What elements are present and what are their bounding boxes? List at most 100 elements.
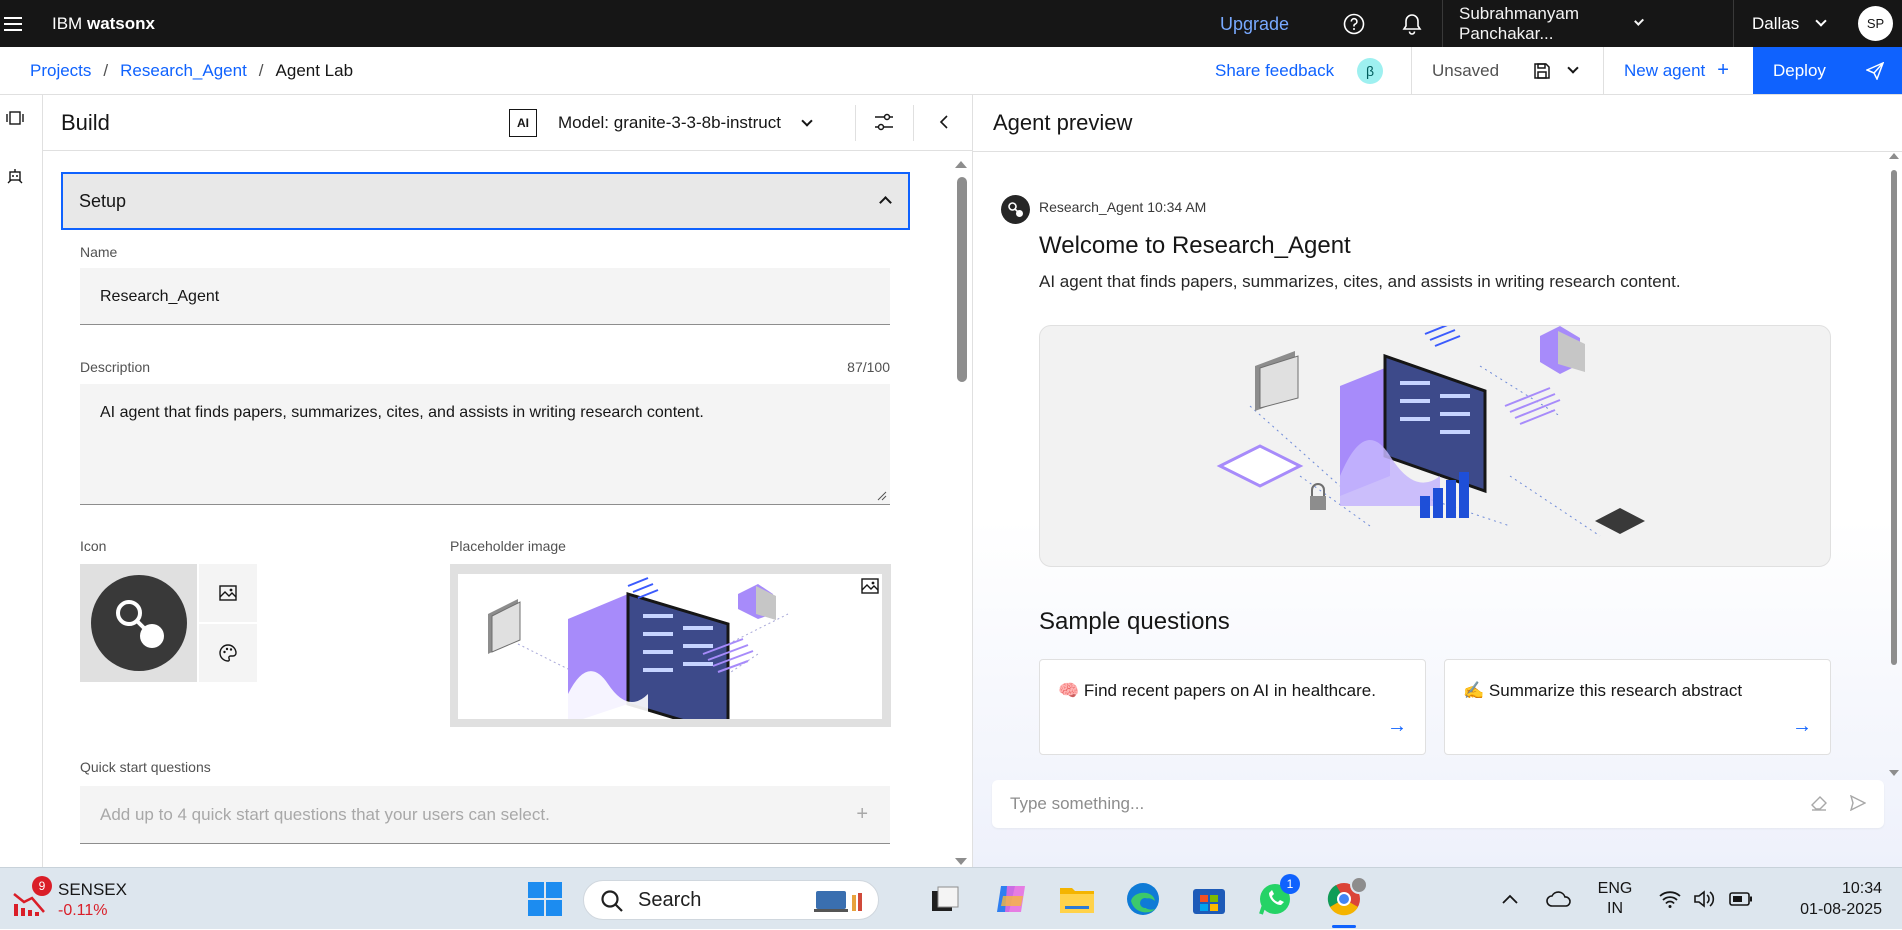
file-explorer-icon[interactable] xyxy=(1056,868,1098,930)
user-avatar[interactable]: SP xyxy=(1858,6,1893,41)
message-meta: Research_Agent 10:34 AM xyxy=(1039,199,1206,215)
hamburger-menu-icon[interactable] xyxy=(0,0,26,47)
sensex-widget[interactable]: 9 SENSEX -0.11% xyxy=(8,876,138,924)
search-label: Search xyxy=(638,888,702,911)
image-icon[interactable] xyxy=(199,564,257,622)
breadcrumb-projects[interactable]: Projects xyxy=(30,61,91,81)
beta-badge: β xyxy=(1357,58,1383,84)
resize-handle-icon[interactable] xyxy=(877,491,887,501)
eraser-icon[interactable] xyxy=(1810,795,1828,811)
notification-bell-icon[interactable] xyxy=(1388,0,1436,47)
microsoft-store-icon[interactable] xyxy=(1188,868,1230,930)
placeholder-image xyxy=(450,564,891,727)
chevron-down-icon xyxy=(1633,15,1644,27)
whatsapp-icon[interactable]: 1 xyxy=(1254,868,1300,930)
language-indicator[interactable]: ENG IN xyxy=(1590,868,1640,930)
taskbar-search[interactable]: Search xyxy=(583,880,879,920)
upgrade-link[interactable]: Upgrade xyxy=(1220,0,1289,47)
wifi-icon[interactable] xyxy=(1656,868,1684,930)
color-palette-icon[interactable] xyxy=(199,624,257,682)
agent-name: Research_Agent xyxy=(1039,199,1144,215)
quick-start-input[interactable]: Add up to 4 quick start questions that y… xyxy=(80,786,890,844)
edge-browser-icon[interactable] xyxy=(1122,868,1164,930)
welcome-title: Welcome to Research_Agent xyxy=(1039,232,1351,259)
user-menu[interactable]: Subrahmanyam Panchakar... xyxy=(1442,0,1644,47)
chevron-up-icon[interactable] xyxy=(1496,868,1524,930)
agent-avatar-icon xyxy=(90,575,187,671)
build-scrollbar[interactable] xyxy=(954,159,968,867)
scrollbar-thumb[interactable] xyxy=(1891,170,1897,665)
brain-emoji-icon: 🧠 xyxy=(1058,681,1080,700)
name-field[interactable]: Research_Agent xyxy=(80,268,890,325)
windows-taskbar: 9 SENSEX -0.11% Search 1 ENG IN 10:34 01… xyxy=(0,867,1902,929)
breadcrumb-research-agent[interactable]: Research_Agent xyxy=(120,61,247,81)
sensex-change: -0.11% xyxy=(58,902,108,919)
task-view-icon[interactable] xyxy=(924,868,966,930)
agent-avatar-icon xyxy=(1001,195,1030,224)
windows-start-icon[interactable] xyxy=(524,868,566,930)
chrome-browser-icon[interactable] xyxy=(1320,868,1368,930)
agent-robot-icon[interactable] xyxy=(4,165,26,187)
preview-scrollbar[interactable] xyxy=(1888,152,1900,777)
model-selector[interactable]: Model: granite-3-3-8b-instruct xyxy=(558,95,813,151)
image-icon[interactable] xyxy=(861,578,879,599)
collapse-panel-icon[interactable] xyxy=(933,111,957,135)
chat-input[interactable]: Type something... xyxy=(992,780,1884,828)
breadcrumb: Projects / Research_Agent / Agent Lab xyxy=(30,61,353,81)
setup-accordion[interactable]: Setup xyxy=(61,172,910,230)
sample-question-card[interactable]: ✍️ Summarize this research abstract → xyxy=(1444,659,1831,755)
description-label: Description xyxy=(80,359,151,375)
sensex-label: SENSEX xyxy=(58,880,127,899)
description-field[interactable]: AI agent that finds papers, summarizes, … xyxy=(80,384,890,505)
settings-sliders-icon[interactable] xyxy=(873,111,897,135)
sample-question-text: Summarize this research abstract xyxy=(1488,681,1743,700)
chevron-down-icon xyxy=(801,114,813,127)
brand-ibm: IBM xyxy=(52,13,83,33)
carousel-icon[interactable] xyxy=(4,107,26,129)
welcome-description: AI agent that finds papers, summarizes, … xyxy=(1039,272,1681,291)
deploy-button[interactable]: Deploy xyxy=(1753,47,1902,94)
top-header: IBM watsonx Upgrade Subrahmanyam Panchak… xyxy=(0,0,1902,47)
save-icon[interactable] xyxy=(1533,62,1551,80)
build-title: Build xyxy=(61,109,110,135)
profile-avatar-icon xyxy=(1350,876,1368,894)
name-label: Name xyxy=(80,244,118,260)
breadcrumb-current: Agent Lab xyxy=(275,60,354,80)
preview-title: Agent preview xyxy=(973,95,1902,152)
setup-label: Setup xyxy=(79,190,127,211)
onedrive-cloud-icon[interactable] xyxy=(1542,868,1576,930)
new-agent-label: New agent xyxy=(1624,60,1706,80)
agent-icon-preview xyxy=(80,564,197,682)
description-counter: 87/100 xyxy=(847,359,890,375)
left-rail xyxy=(0,95,43,867)
region-name: Dallas xyxy=(1752,13,1800,33)
quick-start-label: Quick start questions xyxy=(80,759,211,775)
help-icon[interactable] xyxy=(1330,0,1378,47)
share-feedback-link[interactable]: Share feedback xyxy=(1215,47,1334,94)
region-selector[interactable]: Dallas xyxy=(1733,0,1843,47)
brand-logo[interactable]: IBM watsonx xyxy=(52,14,155,34)
clock[interactable]: 10:34 01-08-2025 xyxy=(1772,868,1892,930)
scrollbar-thumb[interactable] xyxy=(957,177,967,382)
sample-question-card[interactable]: 🧠 Find recent papers on AI in healthcare… xyxy=(1039,659,1426,755)
copilot-icon[interactable] xyxy=(990,868,1032,930)
volume-icon[interactable] xyxy=(1690,868,1718,930)
build-panel: Build AI Model: granite-3-3-8b-instruct … xyxy=(43,95,972,867)
chat-input-placeholder: Type something... xyxy=(1010,794,1145,813)
add-question-icon[interactable]: + xyxy=(856,803,868,826)
unsaved-label: Unsaved xyxy=(1432,60,1500,80)
search-icon xyxy=(601,890,623,912)
active-indicator xyxy=(1332,925,1356,928)
battery-icon[interactable] xyxy=(1726,868,1756,930)
send-icon[interactable] xyxy=(1850,795,1866,811)
welcome-illustration xyxy=(1039,325,1831,567)
clock-date: 01-08-2025 xyxy=(1800,901,1882,918)
chevron-down-icon[interactable] xyxy=(1567,62,1579,74)
divider xyxy=(913,105,914,141)
breadcrumb-separator: / xyxy=(103,60,109,80)
new-agent-button[interactable]: New agent + xyxy=(1603,47,1753,94)
breadcrumb-separator: / xyxy=(258,60,264,80)
model-label: Model: granite-3-3-8b-instruct xyxy=(558,113,781,132)
arrow-right-icon: → xyxy=(1792,715,1812,737)
icon-label: Icon xyxy=(80,538,107,554)
